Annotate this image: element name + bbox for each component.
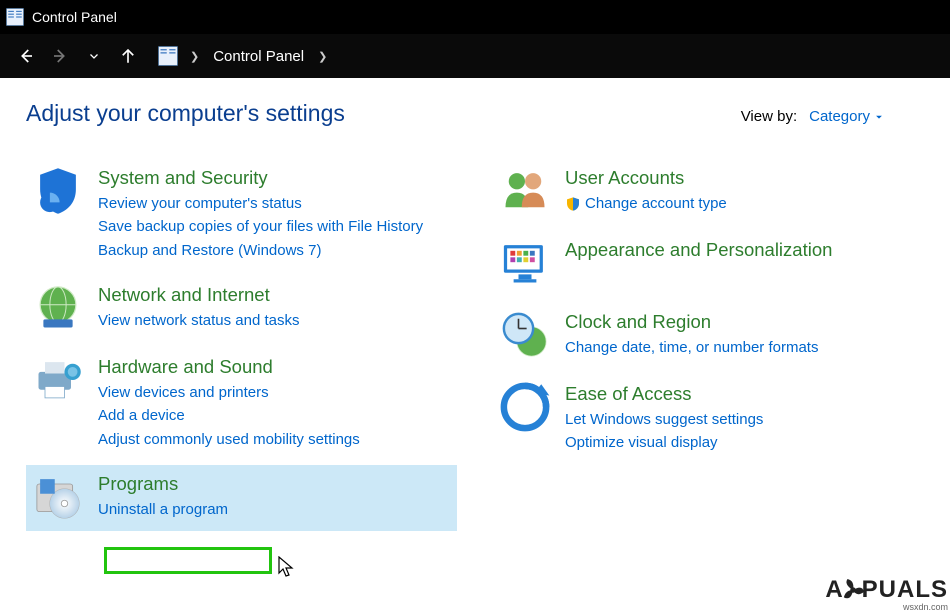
category-title[interactable]: User Accounts bbox=[565, 167, 727, 189]
uac-shield-icon bbox=[565, 196, 581, 212]
window-title: Control Panel bbox=[32, 9, 117, 25]
breadcrumb-control-panel-icon[interactable] bbox=[158, 46, 178, 66]
category-column-left: System and Security Review your computer… bbox=[26, 159, 457, 537]
category-link-uninstall[interactable]: Uninstall a program bbox=[98, 498, 228, 521]
control-panel-icon bbox=[6, 8, 24, 26]
category-link[interactable]: View network status and tasks bbox=[98, 309, 300, 332]
category-title[interactable]: System and Security bbox=[98, 167, 423, 189]
category-clock-and-region: Clock and Region Change date, time, or n… bbox=[493, 303, 924, 369]
view-by-control: View by: Category bbox=[741, 108, 884, 125]
category-link[interactable]: Change date, time, or number formats bbox=[565, 336, 818, 359]
ease-of-access-icon bbox=[499, 381, 551, 433]
up-button[interactable] bbox=[114, 42, 142, 70]
category-title[interactable]: Clock and Region bbox=[565, 311, 818, 333]
category-appearance-and-personalization: Appearance and Personalization bbox=[493, 231, 924, 297]
category-link[interactable]: Review your computer's status bbox=[98, 192, 423, 215]
category-link[interactable]: Save backup copies of your files with Fi… bbox=[98, 215, 423, 238]
globe-network-icon bbox=[32, 282, 84, 334]
view-by-label: View by: bbox=[741, 108, 797, 125]
category-link[interactable]: Let Windows suggest settings bbox=[565, 408, 763, 431]
recent-locations-dropdown[interactable] bbox=[80, 42, 108, 70]
personalization-monitor-icon bbox=[499, 237, 551, 289]
page-heading: Adjust your computer's settings bbox=[26, 100, 345, 127]
breadcrumb-item[interactable]: Control Panel bbox=[211, 48, 306, 65]
shield-system-icon bbox=[32, 165, 84, 217]
category-programs: Programs Uninstall a program bbox=[26, 465, 457, 531]
category-link[interactable]: Optimize visual display bbox=[565, 431, 763, 454]
mouse-cursor-icon bbox=[278, 556, 298, 580]
user-accounts-icon bbox=[499, 165, 551, 217]
category-link[interactable]: Adjust commonly used mobility settings bbox=[98, 428, 360, 451]
view-by-value: Category bbox=[809, 108, 870, 125]
breadcrumb-separator-icon[interactable]: ❯ bbox=[184, 50, 205, 63]
annotation-highlight-box bbox=[104, 547, 272, 574]
category-link[interactable]: View devices and printers bbox=[98, 381, 360, 404]
category-link[interactable]: Change account type bbox=[565, 192, 727, 215]
category-title[interactable]: Network and Internet bbox=[98, 284, 300, 306]
category-hardware-and-sound: Hardware and Sound View devices and prin… bbox=[26, 348, 457, 459]
breadcrumb-separator-icon[interactable]: ❯ bbox=[312, 50, 333, 63]
watermark: A PUALS wsxdn.com bbox=[825, 576, 948, 604]
category-title[interactable]: Programs bbox=[98, 473, 228, 495]
content-area: Adjust your computer's settings View by:… bbox=[0, 78, 950, 547]
window-titlebar: Control Panel bbox=[0, 0, 950, 34]
category-title[interactable]: Hardware and Sound bbox=[98, 356, 360, 378]
category-user-accounts: User Accounts Change account type bbox=[493, 159, 924, 225]
back-button[interactable] bbox=[12, 42, 40, 70]
category-title[interactable]: Appearance and Personalization bbox=[565, 239, 832, 261]
watermark-fan-icon bbox=[842, 579, 864, 601]
chevron-down-icon bbox=[874, 112, 884, 122]
navigation-bar: ❯ Control Panel ❯ bbox=[0, 34, 950, 78]
category-link[interactable]: Add a device bbox=[98, 404, 360, 427]
category-column-right: User Accounts Change account type bbox=[493, 159, 924, 537]
printer-hardware-icon bbox=[32, 354, 84, 406]
category-ease-of-access: Ease of Access Let Windows suggest setti… bbox=[493, 375, 924, 463]
category-link[interactable]: Backup and Restore (Windows 7) bbox=[98, 239, 423, 262]
clock-globe-icon bbox=[499, 309, 551, 361]
view-by-dropdown[interactable]: Category bbox=[809, 108, 884, 125]
category-title[interactable]: Ease of Access bbox=[565, 383, 763, 405]
programs-disc-icon bbox=[32, 471, 84, 523]
category-network-and-internet: Network and Internet View network status… bbox=[26, 276, 457, 342]
forward-button[interactable] bbox=[46, 42, 74, 70]
category-system-and-security: System and Security Review your computer… bbox=[26, 159, 457, 270]
